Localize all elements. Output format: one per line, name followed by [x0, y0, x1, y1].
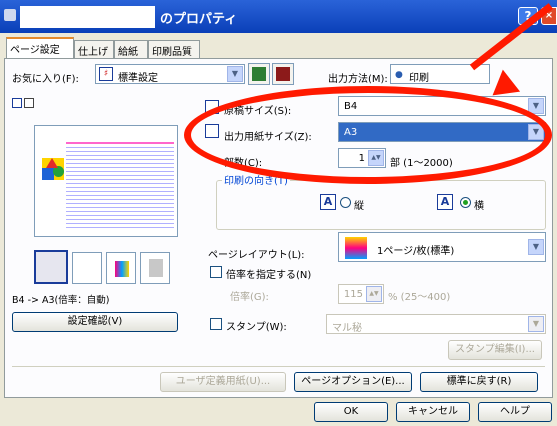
preview-shapes-icon [42, 158, 64, 180]
view-printer-icon[interactable] [24, 98, 34, 108]
print-icon: ● [395, 70, 403, 80]
favorites-combo[interactable]: ♯ 標準設定 ▼ [95, 64, 245, 84]
layout-value: 1ページ/枚(標準) [377, 246, 455, 257]
mode-watermark-icon[interactable] [140, 252, 170, 284]
favorites-label: お気に入り(F): [12, 74, 79, 85]
tab-print-quality[interactable]: 印刷品質 [148, 40, 200, 58]
landscape-label: 横 [474, 201, 484, 212]
preview-caption: B4 -> A3(倍率：自動) [12, 295, 110, 306]
zoom-input[interactable]: 115 ▲▼ [338, 284, 384, 304]
zoom-checkbox[interactable] [210, 266, 222, 278]
edit-favorite-icon[interactable] [272, 63, 294, 85]
landscape-a-icon: A [437, 194, 453, 210]
chevron-down-icon: ▼ [528, 316, 544, 332]
confirm-settings-button[interactable]: 設定確認(V) [12, 312, 178, 332]
restore-defaults-button[interactable]: 標準に戻す(R) [420, 372, 538, 392]
layout-combo[interactable]: 1ページ/枚(標準) ▼ [338, 232, 546, 262]
title-redaction [20, 6, 155, 28]
mode-staple-icon[interactable] [34, 250, 68, 284]
page-options-button[interactable]: ページオプション(E)... [294, 372, 412, 392]
zoom-label: 倍率(G): [230, 292, 269, 303]
favorite-doc-icon: ♯ [99, 67, 113, 81]
printer-icon [4, 9, 16, 21]
ok-button[interactable]: OK [314, 402, 388, 422]
cancel-button[interactable]: キャンセル [396, 402, 470, 422]
stamp-edit-button[interactable]: スタンプ編集(I)... [448, 340, 542, 360]
mode-nup-icon[interactable] [72, 252, 102, 284]
preview-page-lines [66, 142, 174, 230]
mode-color-icon[interactable] [106, 252, 136, 284]
zoom-value: 115 [343, 289, 363, 300]
stepper-icon[interactable]: ▲▼ [366, 286, 382, 302]
portrait-a-icon: A [320, 194, 336, 210]
chevron-down-icon: ▼ [528, 239, 544, 255]
chevron-down-icon: ▼ [227, 66, 243, 82]
tab-page-setup[interactable]: ページ設定 [6, 37, 74, 59]
output-value: 印刷 [409, 73, 429, 84]
tab-finishing[interactable]: 仕上げ [74, 40, 114, 58]
help-button[interactable]: ヘルプ [478, 402, 552, 422]
stamp-checkbox[interactable] [210, 318, 222, 330]
output-label: 出力方法(M): [328, 74, 388, 85]
view-page-icon[interactable] [12, 98, 22, 108]
layout-label: ページレイアウト(L): [208, 250, 305, 261]
stamp-combo[interactable]: マル秘 ▼ [326, 314, 546, 334]
stamp-check-label: スタンプ(W): [226, 322, 287, 333]
landscape-radio[interactable] [460, 197, 471, 208]
favorites-value: 標準設定 [118, 73, 158, 84]
divider [12, 366, 545, 367]
portrait-radio[interactable] [340, 197, 351, 208]
zoom-check-label: 倍率を指定する(N) [226, 270, 312, 281]
orientation-group [216, 180, 546, 230]
zoom-unit: % (25～400) [388, 292, 451, 303]
window-title: のプロパティ [160, 12, 238, 27]
layout-page-icon [345, 237, 367, 259]
portrait-label: 縦 [354, 201, 364, 212]
stamp-value: マル秘 [332, 323, 362, 334]
tab-paper-source[interactable]: 給紙 [114, 40, 148, 58]
custom-paper-button[interactable]: ユーザ定義用紙(U)... [160, 372, 286, 392]
save-favorite-icon[interactable] [248, 63, 270, 85]
